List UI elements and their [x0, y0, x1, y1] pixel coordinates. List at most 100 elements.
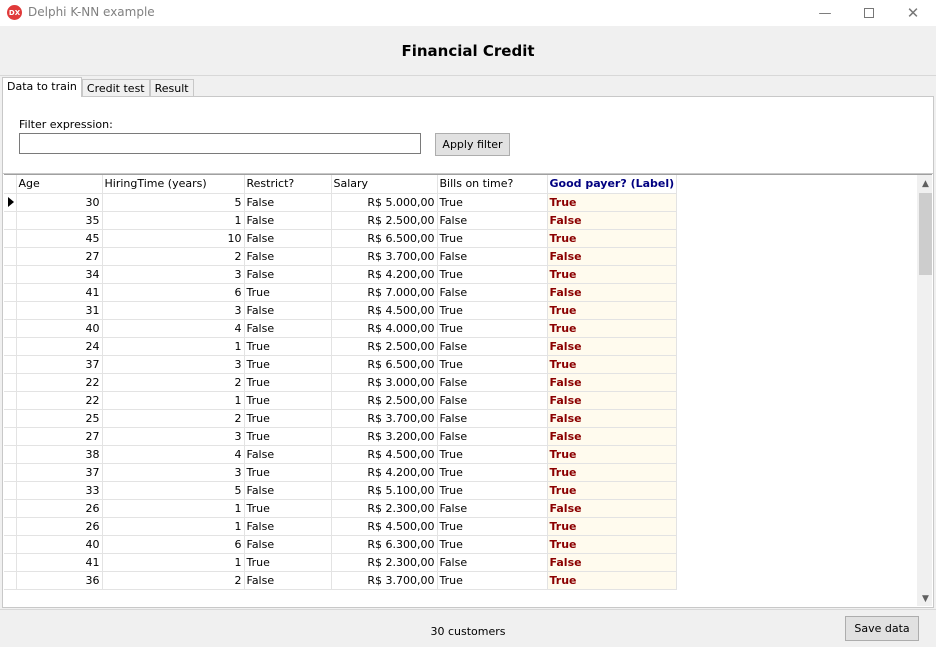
cell-bills-on-time[interactable]: True	[437, 319, 548, 338]
row-indicator[interactable]	[4, 247, 17, 266]
table-row[interactable]: 26 1 False R$ 4.500,00 True True	[4, 517, 678, 536]
cell-age[interactable]: 24	[16, 337, 103, 356]
table-row[interactable]: 38 4 False R$ 4.500,00 True True	[4, 445, 678, 464]
cell-age[interactable]: 34	[16, 265, 103, 284]
cell-bills-on-time[interactable]: False	[437, 391, 548, 410]
vertical-scrollbar[interactable]: ▲ ▼	[917, 175, 932, 606]
cell-hiring-time[interactable]: 3	[102, 463, 245, 482]
scroll-up-icon[interactable]: ▲	[917, 175, 932, 192]
cell-restrict[interactable]: True	[244, 409, 332, 428]
column-header-good-payer[interactable]: Good payer? (Label)	[547, 175, 678, 194]
cell-hiring-time[interactable]: 3	[102, 355, 245, 374]
row-indicator[interactable]	[4, 193, 17, 212]
scroll-thumb[interactable]	[919, 193, 932, 275]
row-indicator[interactable]	[4, 265, 17, 284]
cell-good-payer[interactable]: False	[547, 283, 678, 302]
cell-hiring-time[interactable]: 1	[102, 499, 245, 518]
table-row[interactable]: 34 3 False R$ 4.200,00 True True	[4, 265, 678, 284]
cell-good-payer[interactable]: True	[547, 301, 678, 320]
cell-salary[interactable]: R$ 6.500,00	[331, 355, 438, 374]
cell-good-payer[interactable]: False	[547, 211, 678, 230]
cell-good-payer[interactable]: True	[547, 355, 678, 374]
cell-good-payer[interactable]: True	[547, 265, 678, 284]
cell-good-payer[interactable]: False	[547, 373, 678, 392]
cell-restrict[interactable]: False	[244, 247, 332, 266]
row-indicator[interactable]	[4, 355, 17, 374]
cell-bills-on-time[interactable]: True	[437, 463, 548, 482]
cell-salary[interactable]: R$ 7.000,00	[331, 283, 438, 302]
cell-hiring-time[interactable]: 2	[102, 373, 245, 392]
cell-age[interactable]: 40	[16, 319, 103, 338]
cell-good-payer[interactable]: True	[547, 319, 678, 338]
cell-hiring-time[interactable]: 1	[102, 553, 245, 572]
cell-bills-on-time[interactable]: True	[437, 229, 548, 248]
cell-hiring-time[interactable]: 5	[102, 481, 245, 500]
column-header-salary[interactable]: Salary	[331, 175, 438, 194]
cell-age[interactable]: 26	[16, 499, 103, 518]
cell-hiring-time[interactable]: 4	[102, 445, 245, 464]
table-row[interactable]: 41 1 True R$ 2.300,00 False False	[4, 553, 678, 572]
cell-salary[interactable]: R$ 5.100,00	[331, 481, 438, 500]
cell-age[interactable]: 40	[16, 535, 103, 554]
cell-age[interactable]: 31	[16, 301, 103, 320]
cell-good-payer[interactable]: True	[547, 463, 678, 482]
cell-age[interactable]: 36	[16, 571, 103, 590]
tab-data-to-train[interactable]: Data to train	[2, 77, 82, 97]
cell-bills-on-time[interactable]: False	[437, 247, 548, 266]
cell-age[interactable]: 27	[16, 427, 103, 446]
row-indicator[interactable]	[4, 427, 17, 446]
cell-salary[interactable]: R$ 3.200,00	[331, 427, 438, 446]
row-indicator[interactable]	[4, 517, 17, 536]
cell-salary[interactable]: R$ 2.300,00	[331, 553, 438, 572]
cell-hiring-time[interactable]: 2	[102, 571, 245, 590]
cell-good-payer[interactable]: False	[547, 427, 678, 446]
row-indicator[interactable]	[4, 409, 17, 428]
cell-age[interactable]: 30	[16, 193, 103, 212]
row-indicator[interactable]	[4, 211, 17, 230]
cell-age[interactable]: 25	[16, 409, 103, 428]
cell-salary[interactable]: R$ 6.300,00	[331, 535, 438, 554]
cell-hiring-time[interactable]: 6	[102, 535, 245, 554]
column-header-bills-on-time[interactable]: Bills on time?	[437, 175, 548, 194]
cell-bills-on-time[interactable]: False	[437, 499, 548, 518]
cell-restrict[interactable]: False	[244, 445, 332, 464]
cell-salary[interactable]: R$ 3.700,00	[331, 409, 438, 428]
tab-credit-test[interactable]: Credit test	[81, 79, 150, 97]
table-row[interactable]: 37 3 True R$ 6.500,00 True True	[4, 355, 678, 374]
cell-bills-on-time[interactable]: False	[437, 337, 548, 356]
filter-input[interactable]	[19, 133, 421, 154]
table-row[interactable]: 40 6 False R$ 6.300,00 True True	[4, 535, 678, 554]
table-row[interactable]: 24 1 True R$ 2.500,00 False False	[4, 337, 678, 356]
cell-restrict[interactable]: True	[244, 355, 332, 374]
row-indicator[interactable]	[4, 373, 17, 392]
table-row[interactable]: 27 2 False R$ 3.700,00 False False	[4, 247, 678, 266]
cell-salary[interactable]: R$ 4.200,00	[331, 265, 438, 284]
table-row[interactable]: 22 1 True R$ 2.500,00 False False	[4, 391, 678, 410]
row-indicator[interactable]	[4, 553, 17, 572]
cell-restrict[interactable]: False	[244, 319, 332, 338]
cell-age[interactable]: 37	[16, 463, 103, 482]
cell-good-payer[interactable]: False	[547, 391, 678, 410]
cell-bills-on-time[interactable]: True	[437, 265, 548, 284]
cell-restrict[interactable]: False	[244, 481, 332, 500]
cell-bills-on-time[interactable]: True	[437, 517, 548, 536]
row-indicator[interactable]	[4, 571, 17, 590]
cell-restrict[interactable]: True	[244, 463, 332, 482]
cell-bills-on-time[interactable]: False	[437, 409, 548, 428]
cell-salary[interactable]: R$ 3.700,00	[331, 571, 438, 590]
cell-age[interactable]: 22	[16, 373, 103, 392]
cell-good-payer[interactable]: False	[547, 247, 678, 266]
cell-hiring-time[interactable]: 10	[102, 229, 245, 248]
cell-bills-on-time[interactable]: False	[437, 211, 548, 230]
table-row[interactable]: 27 3 True R$ 3.200,00 False False	[4, 427, 678, 446]
row-indicator[interactable]	[4, 301, 17, 320]
cell-good-payer[interactable]: False	[547, 409, 678, 428]
row-indicator[interactable]	[4, 445, 17, 464]
row-indicator[interactable]	[4, 499, 17, 518]
cell-salary[interactable]: R$ 5.000,00	[331, 193, 438, 212]
cell-age[interactable]: 27	[16, 247, 103, 266]
cell-age[interactable]: 45	[16, 229, 103, 248]
minimize-button[interactable]: —	[802, 0, 848, 26]
table-row[interactable]: 37 3 True R$ 4.200,00 True True	[4, 463, 678, 482]
cell-bills-on-time[interactable]: False	[437, 283, 548, 302]
